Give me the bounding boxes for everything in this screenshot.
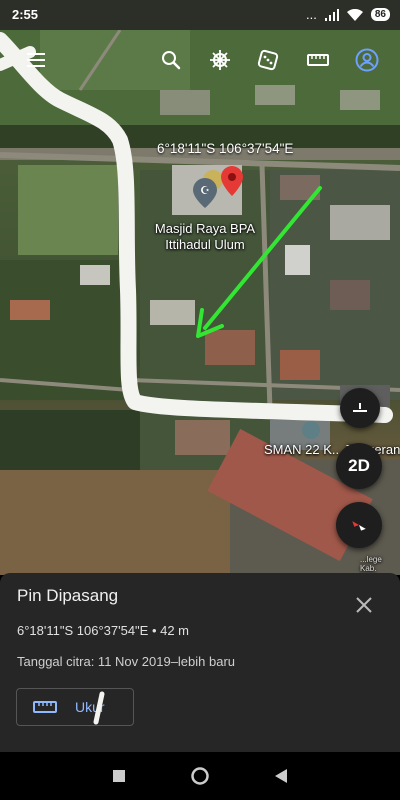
home-button[interactable] bbox=[190, 766, 210, 786]
menu-icon bbox=[27, 53, 45, 67]
view-mode-2d-button[interactable]: 2D bbox=[336, 443, 382, 489]
map-pin-icon[interactable] bbox=[221, 166, 243, 196]
measure-tool-button[interactable] bbox=[300, 42, 336, 78]
account-button[interactable] bbox=[349, 42, 385, 78]
measure-button[interactable]: Ukur bbox=[16, 688, 134, 726]
ruler-icon bbox=[33, 701, 57, 713]
status-bar: 2:55 ... 86 bbox=[0, 0, 400, 30]
wifi-icon bbox=[346, 8, 363, 21]
card-title: Pin Dipasang bbox=[17, 586, 119, 605]
search-icon bbox=[162, 51, 181, 70]
pin-info-card: Pin Dipasang 6°18'11"S 106°37'54"E • 42 … bbox=[0, 573, 400, 753]
school-pin-icon[interactable] bbox=[301, 420, 321, 440]
map-coordinates-label: 6°18'11"S 106°37'54"E bbox=[157, 141, 294, 156]
signal-icon bbox=[324, 8, 339, 21]
square-icon bbox=[113, 770, 125, 782]
map-toolbar bbox=[0, 42, 400, 82]
back-button[interactable] bbox=[271, 766, 291, 786]
dice-icon bbox=[257, 49, 279, 71]
notification-dots: ... bbox=[306, 7, 317, 22]
system-nav-bar bbox=[0, 752, 400, 800]
voyager-button[interactable] bbox=[202, 42, 238, 78]
battery-indicator: 86 bbox=[370, 8, 390, 21]
map-imagery bbox=[0, 30, 400, 575]
place-label-small[interactable]: ...lege Kab. Tange... bbox=[360, 555, 400, 575]
ship-wheel-icon bbox=[210, 50, 230, 70]
random-place-button[interactable] bbox=[250, 42, 286, 78]
place-label-masjid[interactable]: Masjid Raya BPA Ittihadul Ulum bbox=[146, 221, 264, 253]
white-stroke-mark bbox=[93, 691, 105, 725]
pin-coordinates: 6°18'11"S 106°37'54"E • 42 m bbox=[17, 623, 190, 638]
recent-apps-button[interactable] bbox=[109, 766, 129, 786]
close-icon[interactable] bbox=[354, 595, 374, 615]
ruler-icon bbox=[307, 54, 329, 66]
compass-button[interactable] bbox=[336, 502, 382, 548]
back-triangle-icon bbox=[275, 769, 287, 783]
svg-text:☪: ☪ bbox=[200, 184, 210, 197]
satellite-map[interactable]: ☪ 6°18'11"S 106°37'54"E Masjid Raya BPA … bbox=[0, 30, 400, 575]
status-icons: ... 86 bbox=[306, 7, 390, 22]
search-button[interactable] bbox=[153, 42, 189, 78]
imagery-date: Tanggal citra: 11 Nov 2019–lebih baru bbox=[17, 654, 236, 669]
compass-icon bbox=[352, 521, 366, 531]
account-icon bbox=[355, 48, 379, 72]
circle-icon bbox=[191, 767, 209, 785]
status-time: 2:55 bbox=[12, 7, 39, 22]
mosque-pin-icon[interactable]: ☪ bbox=[193, 178, 217, 208]
tilt-icon bbox=[353, 403, 367, 412]
map-layer-button[interactable] bbox=[340, 388, 380, 428]
menu-button[interactable] bbox=[18, 42, 54, 78]
